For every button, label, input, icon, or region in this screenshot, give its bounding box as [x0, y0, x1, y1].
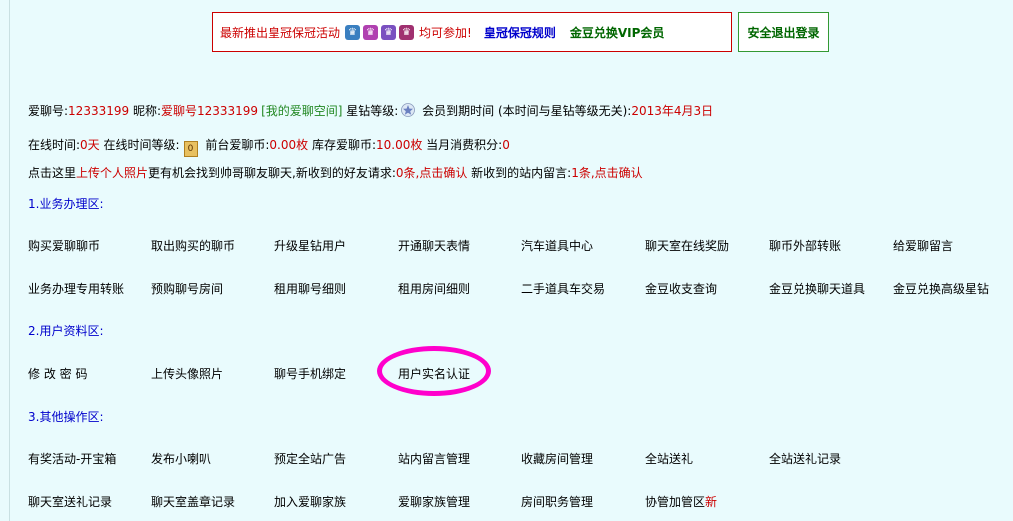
menu-link[interactable]: 加入爱聊家族: [274, 493, 346, 510]
menu-link[interactable]: 修 改 密 码: [28, 365, 87, 382]
menu-link[interactable]: 聊天室送礼记录: [28, 493, 112, 510]
friend-request-link[interactable]: 0条,点击确认: [396, 166, 467, 180]
menu-link[interactable]: 升级星钻用户: [274, 237, 346, 254]
menu-link[interactable]: 预定全站广告: [274, 450, 346, 467]
menu-link[interactable]: 收藏房间管理: [521, 450, 593, 467]
menu-link[interactable]: 用户实名认证: [398, 365, 470, 382]
section-title: 3.其他操作区:: [28, 410, 104, 424]
crown-icon: ♛: [363, 24, 379, 40]
menu-link[interactable]: 聊号手机绑定: [274, 365, 346, 382]
menu-link[interactable]: 站内留言管理: [398, 450, 470, 467]
online-level-icon: 0: [183, 141, 198, 157]
crown-icon: ♛: [399, 24, 415, 40]
section-title: 2.用户资料区:: [28, 324, 104, 338]
user-id: 12333199: [68, 104, 130, 118]
message-link[interactable]: 1条,点击确认: [571, 166, 642, 180]
menu-link[interactable]: 全站送礼: [645, 450, 693, 467]
menu-link[interactable]: 开通聊天表情: [398, 237, 470, 254]
menu-link[interactable]: 协管加管区: [645, 493, 705, 510]
online-time: 0天: [80, 138, 100, 152]
front-coins: 0.00枚: [269, 138, 309, 152]
logout-button[interactable]: 安全退出登录: [738, 12, 829, 52]
menu-link[interactable]: 给爱聊留言: [893, 237, 953, 254]
my-space-link[interactable]: [我的爱聊空间]: [261, 104, 342, 118]
crown-icon: ♛: [345, 24, 361, 40]
menu-link[interactable]: 购买爱聊聊币: [28, 237, 100, 254]
account-info-row: 爱聊号:12333199 昵称:爱聊号12333199 [我的爱聊空间] 星钻等级…: [28, 103, 714, 118]
crown-icons: ♛ ♛ ♛ ♛: [345, 24, 415, 40]
online-info-row: 在线时间:0天 在线时间等级: 0 前台爱聊币:0.00枚 库存爱聊币:10.00…: [28, 136, 510, 157]
menu-link[interactable]: 聊天室盖章记录: [151, 493, 235, 510]
menu-link[interactable]: 租用聊号细则: [274, 280, 346, 297]
promo-banner: 最新推出皇冠保冠活动 ♛ ♛ ♛ ♛ 均可参加! 皇冠保冠规则 金豆兑换VIP会…: [212, 12, 732, 52]
upload-photo-link[interactable]: 上传个人照片: [76, 166, 148, 180]
menu-link[interactable]: 聊天室在线奖励: [645, 237, 729, 254]
menu-link[interactable]: 业务办理专用转账: [28, 280, 124, 297]
crown-rules-link[interactable]: 皇冠保冠规则: [484, 24, 556, 41]
crown-icon: ♛: [381, 24, 397, 40]
menu-link[interactable]: 金豆收支查询: [645, 280, 717, 297]
menu-link[interactable]: 汽车道具中心: [521, 237, 593, 254]
nickname: 爱聊号12333199: [160, 104, 259, 118]
menu-link[interactable]: 二手道具车交易: [521, 280, 605, 297]
monthly-score: 0: [502, 138, 510, 152]
menu-link[interactable]: 取出购买的聊币: [151, 237, 235, 254]
new-badge: 新: [705, 495, 718, 509]
star-level-icon: [401, 103, 416, 117]
menu-link[interactable]: 全站送礼记录: [769, 450, 841, 467]
menu-link[interactable]: 聊币外部转账: [769, 237, 841, 254]
menu-link[interactable]: 预购聊号房间: [151, 280, 223, 297]
menu-link[interactable]: 有奖活动-开宝箱: [28, 450, 116, 467]
menu-link[interactable]: 租用房间细则: [398, 280, 470, 297]
promo-text-2: 均可参加!: [419, 25, 472, 40]
menu-link[interactable]: 金豆兑换高级星钻: [893, 280, 989, 297]
menu-link[interactable]: 房间职务管理: [521, 493, 593, 510]
menu-link[interactable]: 发布小喇叭: [151, 450, 211, 467]
left-border: [9, 0, 10, 521]
promo-text: 最新推出皇冠保冠活动: [220, 25, 341, 40]
vip-exchange-link[interactable]: 金豆兑换VIP会员: [570, 24, 665, 41]
menu-link[interactable]: 金豆兑换聊天道具: [769, 280, 865, 297]
menu-link[interactable]: 上传头像照片: [151, 365, 223, 382]
menu-link[interactable]: 爱聊家族管理: [398, 493, 470, 510]
stock-coins: 10.00枚: [376, 138, 423, 152]
section-title: 1.业务办理区:: [28, 197, 104, 211]
expire-date: 2013年4月3日: [631, 104, 714, 118]
notice-row: 点击这里上传个人照片更有机会找到帅哥聊友聊天,新收到的好友请求:0条,点击确认 …: [28, 166, 643, 180]
